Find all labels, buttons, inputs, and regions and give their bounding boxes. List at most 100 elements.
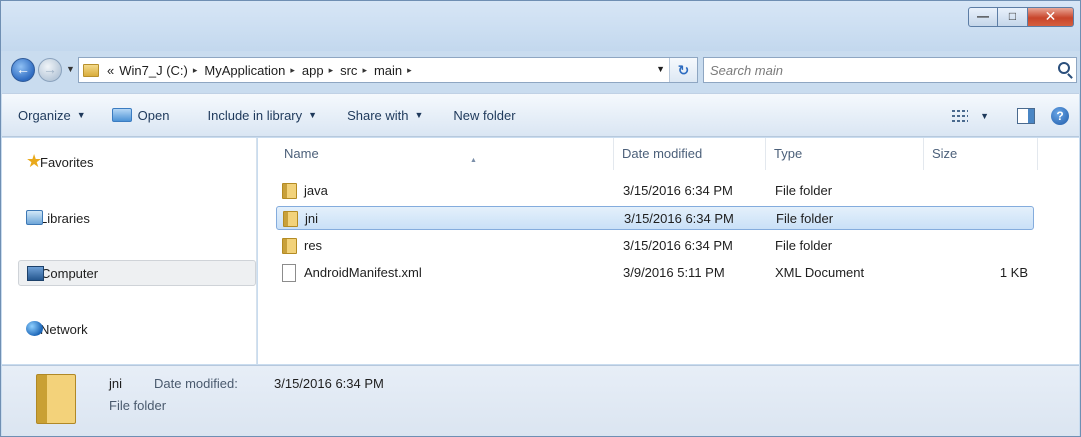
maximize-button[interactable]: □: [998, 7, 1028, 27]
minimize-button[interactable]: —: [968, 7, 998, 27]
toolbar-right: ▼ ?: [936, 94, 1079, 138]
close-button[interactable]: ✕: [1028, 7, 1074, 27]
search-icon[interactable]: [1058, 62, 1070, 74]
file-type: XML Document: [775, 265, 865, 280]
back-button[interactable]: ←: [11, 58, 35, 82]
refresh-icon: ↻: [677, 62, 690, 78]
file-row-java[interactable]: java 3/15/2016 6:34 PM File folder: [276, 179, 1034, 203]
chevron-down-icon: ▼: [980, 111, 989, 121]
xml-file-icon: [282, 264, 296, 282]
star-icon: ★: [26, 151, 43, 171]
file-name: res: [304, 238, 323, 253]
file-list: Name ▲ Date modified Type Size java 3/15/…: [258, 138, 1079, 364]
column-header-label: Type: [774, 146, 803, 161]
column-header-type[interactable]: Type: [766, 138, 924, 170]
new-folder-button[interactable]: New folder: [453, 108, 515, 123]
minimize-icon: —: [977, 9, 989, 23]
address-dropdown-icon[interactable]: ▼: [656, 64, 665, 74]
help-icon[interactable]: ?: [1051, 107, 1069, 125]
column-header-label: Size: [932, 146, 958, 161]
file-date: 3/15/2016 6:34 PM: [623, 183, 733, 198]
folder-icon: [282, 238, 297, 254]
nav-item-label: Network: [40, 321, 88, 337]
folder-icon: [83, 63, 99, 77]
nav-item-favorites[interactable]: ★ Favorites: [14, 149, 254, 175]
close-icon: ✕: [1044, 8, 1057, 24]
breadcrumb-chevron-icon[interactable]: ▸: [193, 65, 198, 76]
network-icon: [26, 321, 43, 336]
window-controls: — □ ✕: [968, 7, 1074, 27]
open-label: Open: [137, 107, 170, 123]
address-bar[interactable]: « Win7_J (C:) ▸ MyApplication ▸ app ▸ sr…: [78, 57, 698, 83]
column-header-date[interactable]: Date modified: [614, 138, 766, 170]
forward-arrow-icon: →: [43, 61, 57, 77]
file-type: File folder: [776, 211, 834, 226]
breadcrumb-app[interactable]: app: [302, 63, 324, 78]
file-size: 1 KB: [999, 265, 1028, 280]
organize-button[interactable]: Organize ▼: [18, 108, 86, 123]
forward-button[interactable]: →: [38, 58, 62, 82]
file-row-androidmanifest[interactable]: AndroidManifest.xml 3/9/2016 5:11 PM XML…: [276, 261, 1034, 285]
nav-item-network[interactable]: Network: [14, 316, 254, 342]
column-header-name[interactable]: Name ▲: [276, 138, 614, 170]
navigation-pane: ★ Favorites Libraries Computer Network: [2, 138, 257, 364]
include-in-library-button[interactable]: Include in library ▼: [207, 108, 317, 123]
file-date: 3/15/2016 6:34 PM: [623, 238, 733, 253]
include-in-library-label: Include in library: [207, 107, 303, 123]
file-row-res[interactable]: res 3/15/2016 6:34 PM File folder: [276, 234, 1034, 258]
file-type: File folder: [775, 183, 833, 198]
breadcrumb-main[interactable]: main: [374, 63, 402, 78]
file-name: jni: [305, 211, 319, 226]
computer-icon: [27, 266, 44, 281]
file-date: 3/15/2016 6:34 PM: [624, 211, 734, 226]
column-header-size[interactable]: Size: [924, 138, 1038, 170]
breadcrumb: « Win7_J (C:) ▸ MyApplication ▸ app ▸ sr…: [107, 63, 419, 78]
explorer-window: — □ ✕ ← → ▼ « Win7_J (C:) ▸ MyApplicatio…: [0, 0, 1081, 437]
organize-label: Organize: [18, 107, 71, 123]
chevron-down-icon: ▼: [308, 110, 318, 120]
share-with-button[interactable]: Share with ▼: [347, 108, 423, 123]
chevron-down-icon: ▼: [76, 110, 86, 120]
title-bar[interactable]: — □ ✕: [1, 1, 1080, 51]
change-view-button[interactable]: ▼: [952, 110, 989, 122]
column-headers: Name ▲ Date modified Type Size: [258, 138, 1079, 170]
details-name: jni: [109, 376, 123, 391]
recent-pages-dropdown[interactable]: ▼: [66, 64, 75, 74]
open-icon: [111, 108, 132, 122]
open-button[interactable]: Open: [111, 107, 170, 123]
navigation-row: ← → ▼ « Win7_J (C:) ▸ MyApplication ▸ ap…: [11, 57, 1077, 83]
breadcrumb-drive[interactable]: Win7_J (C:): [119, 63, 188, 78]
nav-item-label: Libraries: [40, 210, 90, 226]
breadcrumb-chevron-icon[interactable]: ▸: [407, 65, 412, 76]
breadcrumb-chevron-icon[interactable]: ▸: [290, 65, 295, 76]
breadcrumb-src[interactable]: src: [340, 63, 357, 78]
details-pane: jni File folder Date modified: 3/15/2016…: [2, 365, 1079, 436]
view-list-icon: [952, 110, 969, 122]
details-date-label: Date modified:: [154, 376, 238, 391]
maximize-icon: □: [1008, 9, 1017, 23]
breadcrumb-chevron-icon[interactable]: ▸: [362, 65, 367, 76]
file-name: AndroidManifest.xml: [304, 265, 422, 280]
details-date-value: 3/15/2016 6:34 PM: [274, 376, 384, 391]
file-name: java: [304, 183, 328, 198]
refresh-button[interactable]: ↻: [669, 58, 697, 82]
breadcrumb-myapplication[interactable]: MyApplication: [204, 63, 285, 78]
back-arrow-icon: ←: [16, 61, 30, 77]
folder-icon: [283, 211, 298, 227]
nav-item-computer[interactable]: Computer: [18, 260, 256, 286]
sort-ascending-icon: ▲: [470, 157, 477, 164]
nav-item-label: Favorites: [40, 154, 94, 170]
new-folder-label: New folder: [453, 107, 516, 123]
libraries-icon: [26, 210, 43, 225]
nav-item-libraries[interactable]: Libraries: [14, 205, 254, 231]
breadcrumb-chevron-icon[interactable]: ▸: [329, 65, 334, 76]
search-box: [703, 57, 1077, 83]
command-bar: Organize ▼ Open Include in library ▼ Share…: [2, 93, 1079, 137]
folder-icon: [282, 183, 297, 199]
share-with-label: Share with: [347, 107, 409, 123]
search-input[interactable]: [704, 58, 1034, 82]
preview-pane-icon[interactable]: [1017, 108, 1035, 124]
column-header-label: Name: [284, 146, 319, 161]
file-row-jni[interactable]: jni 3/15/2016 6:34 PM File folder: [276, 206, 1034, 230]
breadcrumb-overflow[interactable]: «: [107, 63, 114, 78]
